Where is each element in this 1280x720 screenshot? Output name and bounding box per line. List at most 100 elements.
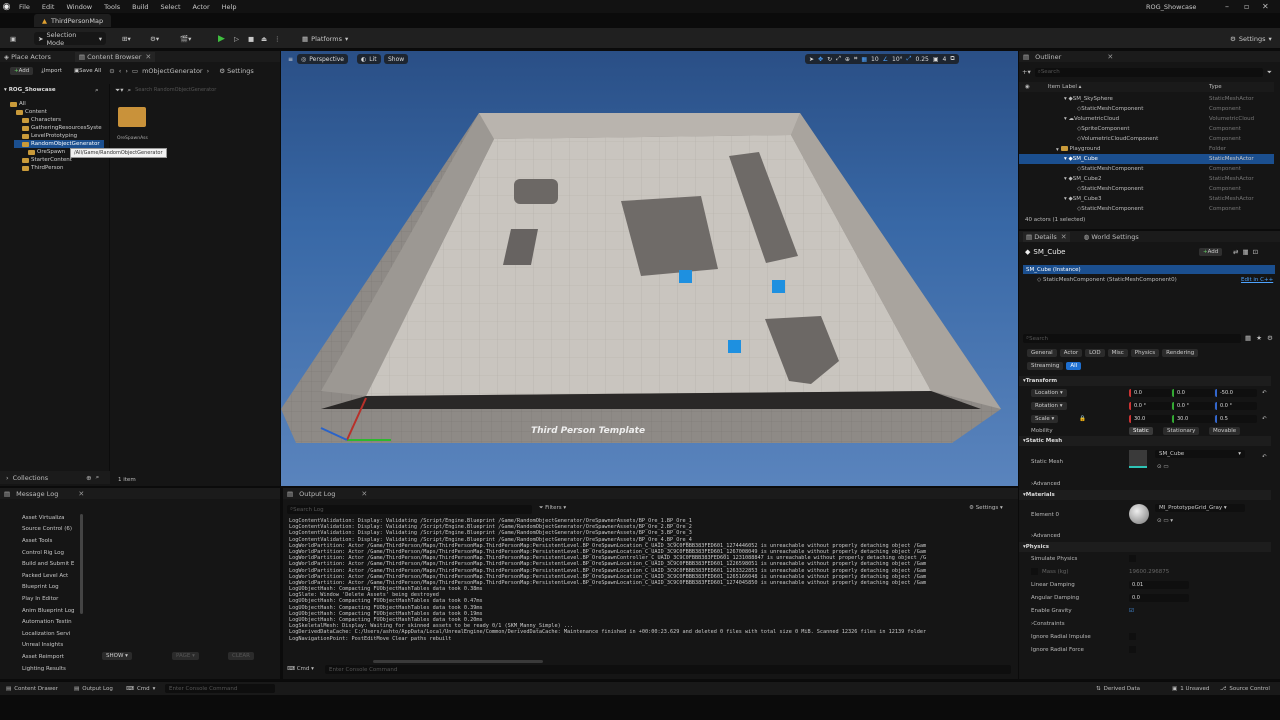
- mass-checkbox[interactable]: [1031, 568, 1038, 575]
- minimize-icon[interactable]: –: [1225, 2, 1229, 11]
- lit-button[interactable]: ◐ Lit: [357, 54, 381, 64]
- blueprint-icon[interactable]: ⚙▾: [146, 32, 163, 45]
- details-search-input[interactable]: ⌕ Search: [1023, 334, 1241, 343]
- lock-icon[interactable]: ⊡: [1253, 248, 1258, 256]
- tree-item-characters[interactable]: Characters: [22, 116, 61, 124]
- cmd-button[interactable]: ⌨ Cmd ▾: [126, 686, 155, 692]
- reset-icon[interactable]: ↶: [1262, 416, 1267, 422]
- maximize-icon[interactable]: ▫: [1244, 2, 1249, 11]
- outliner-row[interactable]: ◇ StaticMeshComponent Component: [1019, 104, 1274, 114]
- section-transform[interactable]: ▾ Transform: [1019, 376, 1271, 386]
- selection-mode-dropdown[interactable]: ➤ Selection Mode ▾: [34, 31, 106, 47]
- tab-content-browser[interactable]: ▤ Content Browser ✕: [74, 51, 156, 62]
- scale-snap-value[interactable]: 0.25: [915, 56, 928, 63]
- output-log-button[interactable]: ▤ Output Log: [74, 686, 113, 692]
- menu-window[interactable]: Window: [60, 3, 98, 11]
- back-icon[interactable]: ‹: [119, 67, 122, 75]
- log-category[interactable]: Control Rig Log: [0, 547, 84, 559]
- save-icon[interactable]: ▣: [6, 32, 20, 45]
- reset-icon[interactable]: ↶: [1262, 390, 1267, 396]
- close-tab-icon[interactable]: ✕: [145, 53, 151, 61]
- menu-file[interactable]: File: [13, 3, 36, 11]
- ignore-force-checkbox[interactable]: [1129, 646, 1136, 653]
- log-category[interactable]: Build and Submit E: [0, 558, 84, 570]
- log-category[interactable]: Asset Tools: [0, 535, 84, 547]
- location-x[interactable]: 0.0: [1129, 388, 1171, 397]
- filter-misc[interactable]: Misc: [1107, 349, 1128, 357]
- visibility-icon[interactable]: ◉: [1025, 84, 1030, 90]
- collections-header[interactable]: › Collections ⊕ ⌕: [0, 471, 110, 484]
- tree-item-randomobjectgenerator[interactable]: RandomObjectGenerator: [14, 140, 104, 148]
- blueprint-icon[interactable]: ⇄: [1233, 248, 1238, 256]
- search-icon[interactable]: ⌕: [96, 473, 100, 482]
- history-icon[interactable]: ⊙: [109, 67, 114, 75]
- linear-damping-value[interactable]: 0.01: [1129, 580, 1189, 589]
- section-materials[interactable]: ▾ Materials: [1019, 490, 1271, 500]
- cinematics-icon[interactable]: 🎬▾: [176, 32, 195, 45]
- add-collection-icon[interactable]: ⊕: [86, 474, 91, 482]
- section-static-mesh[interactable]: ▾ Static Mesh: [1019, 436, 1271, 446]
- derived-data-button[interactable]: ⇅ Derived Data: [1096, 686, 1140, 692]
- log-category[interactable]: Packed Level Act: [0, 570, 84, 582]
- level-viewport[interactable]: Third Person Template ≡ ◎ Perspective ◐ Li…: [281, 51, 1018, 486]
- add-button[interactable]: +Add: [10, 67, 34, 75]
- outliner-row[interactable]: ◇ StaticMeshComponent Component: [1019, 184, 1274, 194]
- close-tab-icon[interactable]: ✕: [1107, 53, 1113, 61]
- select-icon[interactable]: ➤: [809, 56, 814, 63]
- tree-item-thirdperson[interactable]: ThirdPerson: [22, 164, 64, 172]
- scale-snap-icon[interactable]: ⤢: [907, 55, 912, 63]
- tab-details[interactable]: ▤ Details ✕: [1023, 231, 1070, 242]
- log-category[interactable]: Lighting Results: [0, 663, 84, 675]
- scale-x[interactable]: 30.0: [1129, 414, 1171, 423]
- mobility-movable[interactable]: Movable: [1209, 426, 1241, 435]
- outliner-search-input[interactable]: ⌕ Search: [1034, 67, 1263, 77]
- outliner-row[interactable]: ◇ StaticMeshComponent Component: [1019, 164, 1274, 174]
- browse-icon[interactable]: ⊙ ▭: [1157, 464, 1169, 470]
- scale-dropdown[interactable]: Scale ▾: [1031, 414, 1059, 423]
- tree-item-levelprototyping[interactable]: LevelPrototyping: [22, 132, 77, 140]
- log-category[interactable]: Automation Testin: [0, 616, 84, 628]
- log-category[interactable]: Asset Virtualiza: [0, 512, 84, 524]
- add-component-button[interactable]: +Add: [1199, 248, 1223, 256]
- ignore-impulse-checkbox[interactable]: [1129, 633, 1136, 640]
- filter-actor[interactable]: Actor: [1059, 349, 1083, 357]
- star-icon[interactable]: ★: [1256, 334, 1262, 342]
- show-button[interactable]: SHOW ▾: [102, 652, 132, 660]
- filter-all[interactable]: All: [1066, 362, 1082, 370]
- status-console-input[interactable]: Enter Console Command: [165, 684, 275, 693]
- outliner-row[interactable]: ▾ ◆ SM_Cube3 StaticMeshActor: [1019, 194, 1274, 204]
- mesh-picker[interactable]: SM_Cube ▾: [1155, 450, 1245, 458]
- rotation-x[interactable]: 0.0 °: [1129, 401, 1171, 410]
- output-log-tab[interactable]: ▤ Output Log ✕: [283, 488, 1018, 499]
- angular-damping-value[interactable]: 0.0: [1129, 593, 1189, 602]
- log-category[interactable]: Asset Reimport: [0, 651, 84, 663]
- platforms-dropdown[interactable]: ▦ Platforms ▾: [298, 32, 352, 45]
- asset-search-input[interactable]: Search RandomObjectGenerator: [135, 87, 216, 93]
- search-icon[interactable]: ⌕: [95, 86, 99, 95]
- scrollbar[interactable]: [80, 514, 83, 614]
- menu-edit[interactable]: Edit: [36, 3, 61, 11]
- folder-thumbnail-icon[interactable]: [118, 107, 146, 127]
- rotation-snap-icon[interactable]: ∠: [883, 56, 888, 63]
- snap-surface-icon[interactable]: ⌗: [854, 55, 857, 63]
- component-instance-row[interactable]: SM_Cube (Instance): [1023, 265, 1275, 274]
- log-category[interactable]: Unreal Insights: [0, 640, 84, 652]
- console-input[interactable]: Enter Console Command: [325, 665, 1011, 674]
- step-icon[interactable]: ▷: [230, 32, 243, 45]
- prop-constraints[interactable]: › Constraints: [1019, 617, 1271, 630]
- prop-advanced[interactable]: › Advanced: [1019, 478, 1271, 490]
- tab-place-actors[interactable]: ◈ Place Actors: [4, 53, 51, 61]
- close-tab-icon[interactable]: ✕: [361, 490, 367, 498]
- prop-advanced-2[interactable]: › Advanced: [1019, 530, 1271, 542]
- log-settings-button[interactable]: ⚙ Settings ▾: [969, 505, 1003, 511]
- maximize-viewport-icon[interactable]: ⧉: [950, 55, 954, 63]
- log-category[interactable]: Localization Servi: [0, 628, 84, 640]
- gear-icon[interactable]: ⚙: [1267, 334, 1273, 342]
- viewport-menu-icon[interactable]: ≡: [284, 54, 297, 64]
- log-search-input[interactable]: ⌕ Search Log: [287, 505, 532, 514]
- col-type[interactable]: Type: [1209, 84, 1222, 90]
- close-tab-icon[interactable]: ✕: [1061, 233, 1067, 241]
- add-actor-icon[interactable]: ⊞▾: [118, 32, 135, 45]
- move-icon[interactable]: ✥: [818, 56, 823, 63]
- grid-snap-value[interactable]: 10: [871, 56, 879, 63]
